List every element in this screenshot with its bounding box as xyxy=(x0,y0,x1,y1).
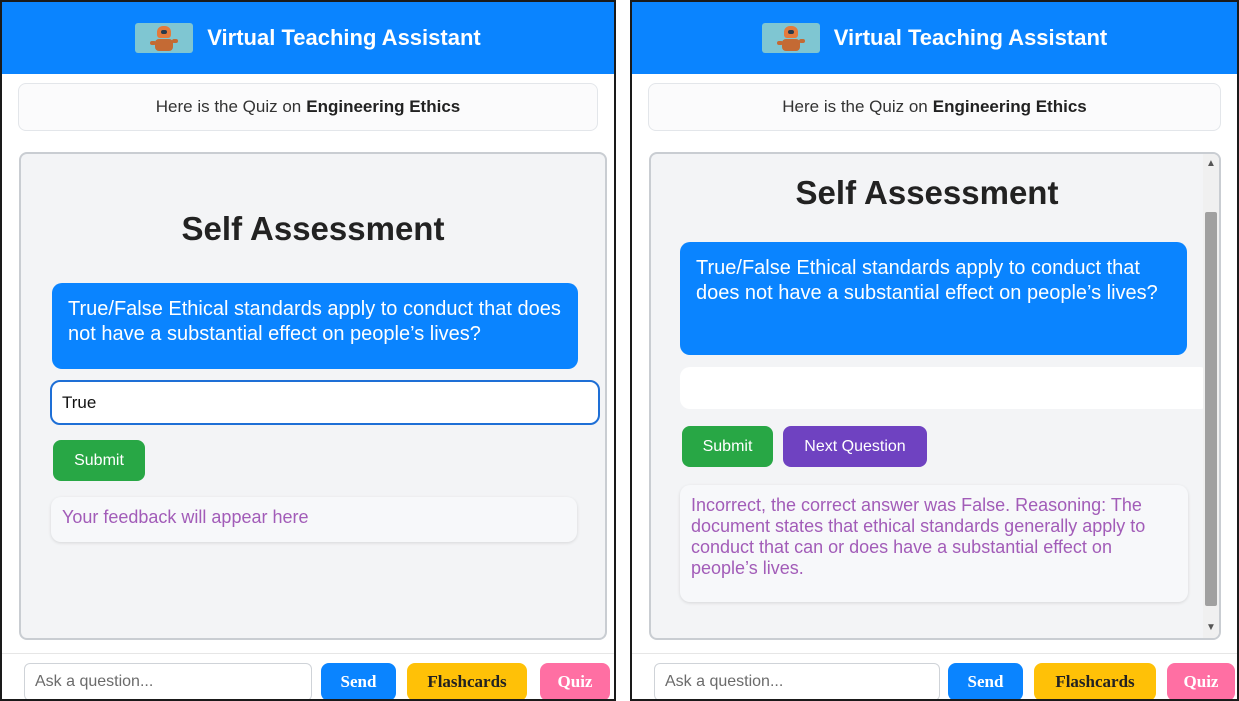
app-title: Virtual Teaching Assistant xyxy=(833,25,1108,50)
send-button[interactable]: Send xyxy=(948,663,1023,699)
submit-button[interactable]: Submit xyxy=(53,440,145,481)
quiz-button[interactable]: Quiz xyxy=(1167,663,1235,699)
banner-prefix: Here is the Quiz on xyxy=(782,97,928,116)
scroll-thumb[interactable] xyxy=(1205,212,1217,606)
scrollbar[interactable]: ▲ ▼ xyxy=(1203,154,1219,638)
robot-icon xyxy=(135,23,194,53)
quiz-panel: Self Assessment True/False Ethical stand… xyxy=(19,152,607,640)
feedback-box: Incorrect, the correct answer was False.… xyxy=(680,485,1188,602)
banner-topic: Engineering Ethics xyxy=(306,97,461,116)
flashcards-button[interactable]: Flashcards xyxy=(407,663,527,699)
quiz-title: Self Assessment xyxy=(795,174,1059,211)
banner-prefix: Here is the Quiz on xyxy=(155,97,302,116)
app-title: Virtual Teaching Assistant xyxy=(207,25,481,50)
app-header: Virtual Teaching Assistant xyxy=(632,2,1237,74)
question-bubble: True/False Ethical standards apply to co… xyxy=(52,283,578,369)
question-bubble: True/False Ethical standards apply to co… xyxy=(680,242,1187,355)
quiz-title: Self Assessment xyxy=(181,210,445,247)
next-question-button[interactable]: Next Question xyxy=(783,426,927,467)
answer-input[interactable] xyxy=(680,367,1210,409)
banner-topic: Engineering Ethics xyxy=(932,97,1087,116)
scroll-up-arrow-icon[interactable]: ▲ xyxy=(1203,156,1219,172)
quiz-panel[interactable]: Self Assessment True/False Ethical stand… xyxy=(649,152,1221,640)
answer-input[interactable] xyxy=(50,380,600,425)
flashcards-button[interactable]: Flashcards xyxy=(1034,663,1156,699)
scroll-down-arrow-icon[interactable]: ▼ xyxy=(1203,620,1219,636)
question-input[interactable] xyxy=(24,663,312,699)
chat-footer: Send Flashcards Quiz xyxy=(2,653,614,699)
chat-window-right: Virtual Teaching Assistant Here is the Q… xyxy=(630,0,1239,701)
question-input[interactable] xyxy=(654,663,940,699)
app-header: Virtual Teaching Assistant xyxy=(2,2,614,74)
submit-button[interactable]: Submit xyxy=(682,426,773,467)
quiz-button[interactable]: Quiz xyxy=(540,663,610,699)
chat-footer: Send Flashcards Quiz xyxy=(632,653,1237,699)
quiz-banner: Here is the Quiz on Engineering Ethics xyxy=(648,83,1221,131)
send-button[interactable]: Send xyxy=(321,663,396,699)
feedback-box: Your feedback will appear here xyxy=(51,497,577,542)
robot-icon xyxy=(761,23,820,53)
quiz-banner: Here is the Quiz on Engineering Ethics xyxy=(18,83,598,131)
chat-window-left: Virtual Teaching Assistant Here is the Q… xyxy=(0,0,616,701)
